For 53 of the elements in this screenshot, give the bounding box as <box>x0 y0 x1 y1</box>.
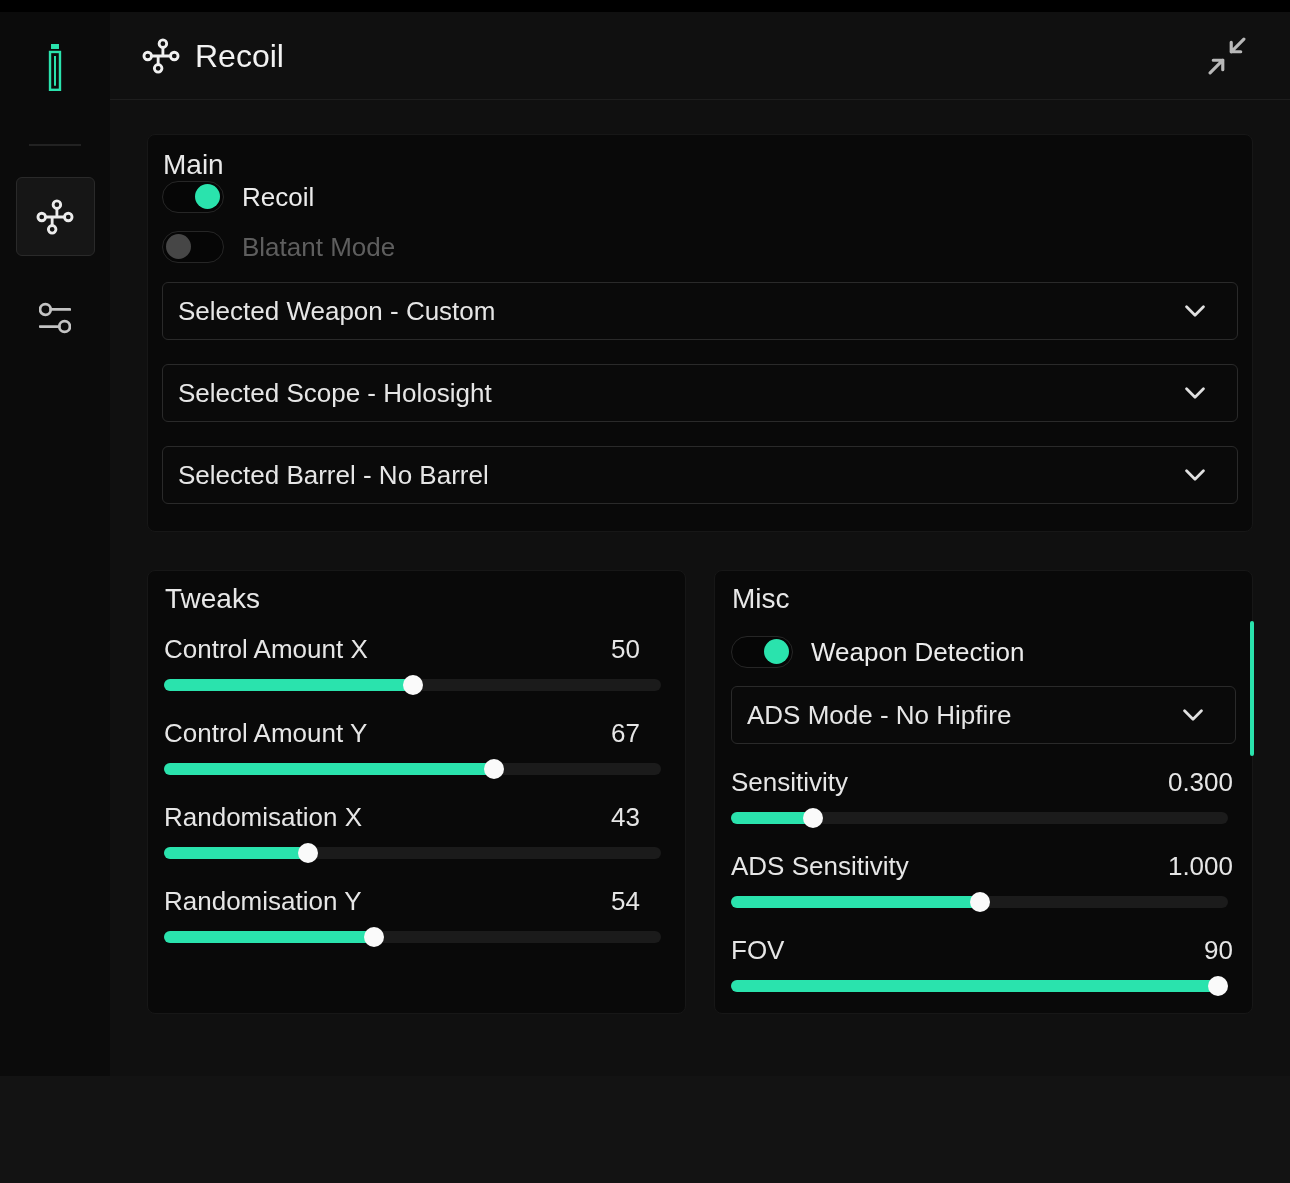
route-icon <box>36 198 74 235</box>
panel-title: Tweaks <box>165 583 261 615</box>
dropdown[interactable]: Selected Scope - Holosight <box>162 364 1238 422</box>
toggle-label: Blatant Mode <box>242 232 396 262</box>
slider-label: Control Amount X <box>164 634 368 664</box>
slider-label: Sensitivity <box>731 767 849 797</box>
slider-thumb[interactable] <box>364 927 385 947</box>
slider-track[interactable] <box>731 808 1228 828</box>
route-icon <box>142 37 180 74</box>
slider-thumb[interactable] <box>1208 976 1228 996</box>
slider-thumb[interactable] <box>969 892 990 912</box>
toggle-label: Weapon Detection <box>811 637 1025 667</box>
collapse-icon[interactable] <box>1208 36 1246 75</box>
slider-track[interactable] <box>164 927 661 947</box>
slider-track[interactable] <box>164 843 661 863</box>
scrollbar-thumb[interactable] <box>1250 621 1254 756</box>
page-title: Recoil <box>195 36 284 75</box>
toggle-switch[interactable] <box>731 636 793 668</box>
slider-track[interactable] <box>731 976 1228 996</box>
panel-title: Misc <box>732 583 791 615</box>
dropdown[interactable]: Selected Weapon - Custom <box>162 282 1238 340</box>
chevron-down-icon <box>1183 709 1203 721</box>
slider-thumb[interactable] <box>802 808 823 828</box>
slider-label: Control Amount Y <box>164 718 368 748</box>
panel-title: Main <box>163 149 225 181</box>
sliders-icon <box>39 301 71 334</box>
slider-track[interactable] <box>164 759 661 779</box>
slider-thumb[interactable] <box>297 843 318 863</box>
chevron-down-icon <box>1185 305 1205 317</box>
slider-value: 67 <box>611 718 640 748</box>
toggle-switch[interactable] <box>162 181 224 213</box>
slider-thumb[interactable] <box>483 759 504 779</box>
dropdown[interactable]: ADS Mode - No Hipfire <box>731 686 1236 744</box>
slider-label: Randomisation X <box>164 802 362 832</box>
slider-value: 0.300 <box>1167 767 1233 797</box>
slider-value: 1.000 <box>1167 851 1233 881</box>
toggle-label: Recoil <box>242 182 315 212</box>
slider-value: 90 <box>1204 935 1233 965</box>
slider-value: 43 <box>611 802 640 832</box>
slider-track[interactable] <box>164 675 661 695</box>
chevron-down-icon <box>1185 469 1205 481</box>
slider-label: ADS Sensitivity <box>731 851 909 881</box>
chevron-down-icon <box>1185 387 1205 399</box>
dropdown[interactable]: Selected Barrel - No Barrel <box>162 446 1238 504</box>
toggle-switch[interactable] <box>162 231 224 263</box>
slider-track[interactable] <box>731 892 1228 912</box>
slider-label: Randomisation Y <box>164 886 362 916</box>
tube-icon <box>48 44 62 91</box>
slider-thumb[interactable] <box>402 675 423 695</box>
sidebar-button[interactable] <box>15 177 95 256</box>
slider-label: FOV <box>731 935 785 965</box>
slider-value: 54 <box>611 886 640 916</box>
slider-value: 50 <box>611 634 640 664</box>
